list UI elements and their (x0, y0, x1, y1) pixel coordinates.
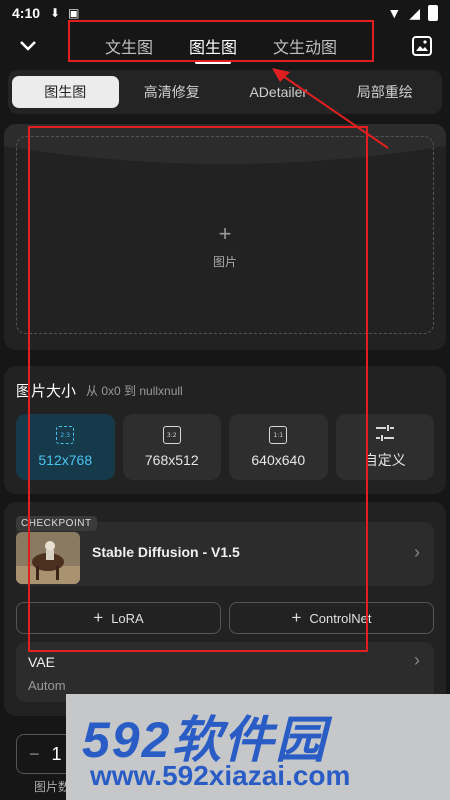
vae-title: VAE (28, 654, 55, 670)
signal-icon: ◢ (409, 4, 420, 21)
subtab-inpaint[interactable]: 局部重绘 (332, 76, 439, 108)
annotation-box-tabs (68, 20, 374, 62)
annotation-box-upload (28, 126, 368, 652)
watermark-url: www.592xiazai.com (90, 760, 351, 791)
app-notification-icon: ▣ (68, 6, 80, 20)
image-count-value: 1 (51, 743, 62, 764)
image-count-label: 图片数 (34, 780, 71, 794)
size-option-label: 自定义 (363, 452, 406, 468)
wifi-icon: ▼ (387, 5, 402, 21)
subtab-adetailer[interactable]: ADetailer (225, 76, 332, 108)
gallery-icon[interactable] (410, 34, 434, 58)
site-watermark: 592软件园 www.592xiazai.com (66, 694, 450, 800)
subtab-image-to-image[interactable]: 图生图 (12, 76, 119, 108)
chevron-down-icon[interactable] (14, 34, 42, 58)
status-time: 4:10 (12, 5, 41, 21)
download-icon: ⬇ (50, 6, 61, 20)
sub-mode-tabs: 图生图 高清修复 ADetailer 局部重绘 (8, 70, 442, 114)
subtab-hires-fix[interactable]: 高清修复 (119, 76, 226, 108)
chevron-right-icon: › (414, 650, 420, 670)
vae-value: Autom (28, 678, 66, 693)
minus-icon[interactable]: − (29, 744, 40, 765)
battery-icon (428, 5, 438, 21)
chevron-right-icon: › (414, 542, 420, 562)
sliders-icon (375, 425, 394, 441)
